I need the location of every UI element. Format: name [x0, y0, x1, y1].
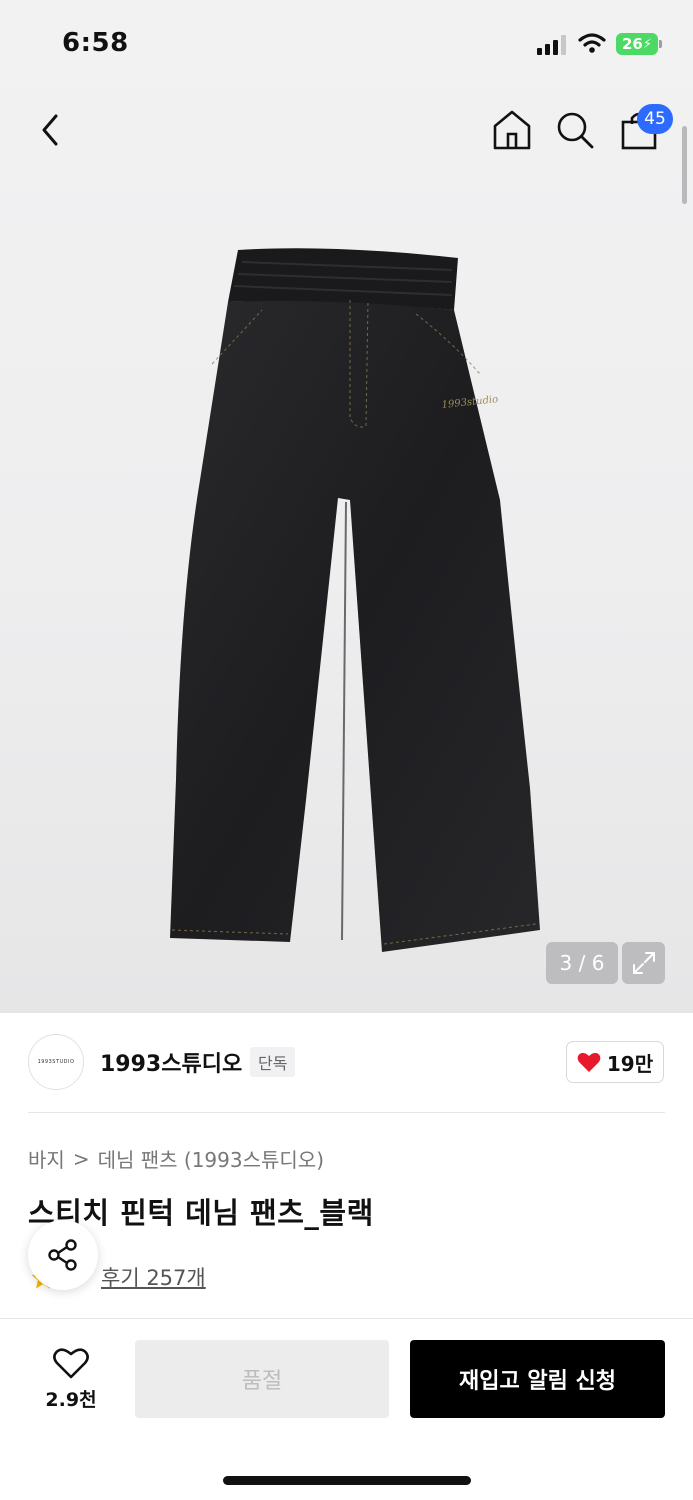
brand-logo[interactable]: 1993STUDIO: [28, 1034, 84, 1090]
soldout-button: 품절: [135, 1340, 389, 1418]
status-time: 6:58: [62, 28, 129, 58]
breadcrumb-category[interactable]: 바지: [28, 1144, 65, 1173]
breadcrumb-separator: >: [72, 1146, 90, 1171]
heart-icon: [577, 1052, 601, 1072]
search-icon[interactable]: [553, 108, 597, 152]
brand-logo-text: 1993STUDIO: [37, 1059, 75, 1065]
exclusive-badge: 단독: [250, 1047, 296, 1077]
breadcrumb-subcategory[interactable]: 데님 팬츠 (1993스튜디오): [98, 1144, 324, 1173]
battery-tip: [659, 40, 662, 48]
wifi-icon: [578, 33, 606, 53]
divider: [28, 1112, 665, 1113]
heart-icon: [53, 1347, 89, 1378]
share-button[interactable]: [28, 1220, 98, 1290]
battery-icon: 26 ⚡: [616, 33, 658, 55]
home-icon[interactable]: [490, 108, 534, 152]
signal-icon: [537, 35, 566, 55]
breadcrumb: 바지 > 데님 팬츠 (1993스튜디오): [28, 1144, 324, 1173]
wishlist-count: 2.9천: [45, 1388, 97, 1411]
brand-name[interactable]: 1993스튜디오: [100, 1046, 242, 1078]
battery-level: 26: [621, 35, 643, 53]
scrollbar[interactable]: [682, 126, 687, 204]
wishlist-button[interactable]: 2.9천: [28, 1340, 114, 1418]
brand-like-button[interactable]: 19만: [566, 1041, 664, 1083]
cart-count-badge: 45: [637, 104, 673, 134]
image-counter: 3 / 6: [546, 942, 618, 984]
product-image: 1993studio: [170, 248, 540, 952]
bottom-bar-divider: [0, 1318, 693, 1319]
home-indicator[interactable]: [223, 1476, 471, 1485]
expand-button[interactable]: [622, 942, 665, 984]
restock-alert-button[interactable]: 재입고 알림 신청: [410, 1340, 665, 1418]
share-icon: [48, 1239, 77, 1271]
brand-like-count: 19만: [606, 1051, 654, 1076]
review-count-link[interactable]: 후기 257개: [101, 1262, 206, 1292]
back-icon[interactable]: [30, 108, 74, 152]
expand-icon: [632, 952, 655, 974]
